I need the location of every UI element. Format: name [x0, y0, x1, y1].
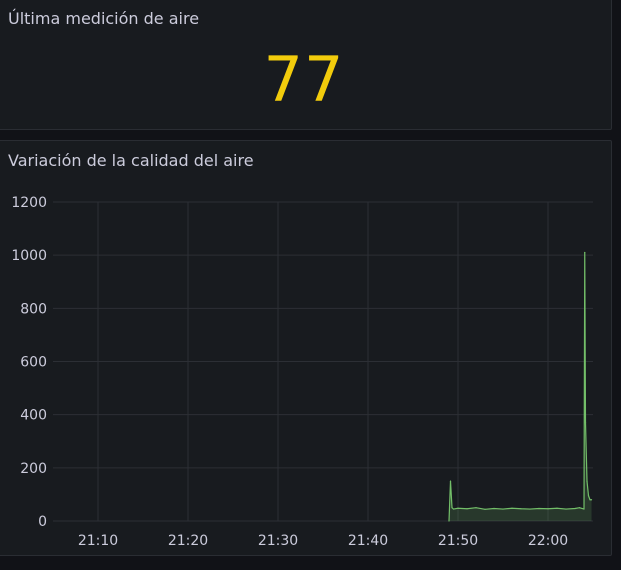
series-point [466, 508, 468, 510]
stat-value: 77 [263, 43, 345, 116]
series-point [574, 507, 576, 510]
x-tick-label: 21:10 [78, 533, 118, 549]
series-point [475, 507, 477, 509]
y-tick-label: 800 [20, 301, 47, 317]
x-tick-label: 21:20 [168, 533, 208, 549]
x-tick-label: 21:30 [258, 533, 298, 549]
series-area [449, 252, 592, 521]
series-point [589, 499, 591, 501]
series-point [538, 507, 540, 510]
stat-panel-title[interactable]: Última medición de aire [8, 9, 199, 28]
y-tick-label: 0 [38, 514, 47, 530]
series-point [578, 507, 581, 509]
series-point [590, 499, 593, 501]
timeseries-panel: Variación de la calidad del aire 0 200 400… [0, 140, 612, 556]
series-point [586, 480, 588, 482]
series-point [584, 422, 587, 424]
x-tick-label: 21:40 [348, 533, 388, 549]
x-tick-label: 21:50 [438, 533, 478, 549]
series-point [584, 251, 586, 254]
series-point [547, 508, 549, 510]
series-point [452, 508, 455, 510]
stat-panel: Última medición de aire 77 [0, 0, 612, 130]
series-point [451, 507, 453, 509]
series-point [457, 507, 459, 509]
series-point [484, 508, 486, 510]
y-tick-label: 600 [20, 355, 47, 371]
y-tick-label: 400 [20, 408, 47, 424]
series-point [449, 480, 452, 482]
series-point [520, 508, 522, 510]
y-tick-label: 1000 [11, 248, 47, 264]
series-point [529, 508, 531, 510]
series-point [448, 520, 450, 522]
y-tick-label: 200 [20, 461, 47, 477]
series-line[interactable] [448, 251, 592, 522]
x-tick-label: 22:00 [528, 533, 568, 549]
series-point [587, 495, 590, 497]
series-point [565, 508, 567, 510]
series-point [502, 508, 504, 510]
y-tick-label: 1200 [11, 195, 47, 211]
series-point [583, 508, 585, 510]
series-point [493, 507, 495, 510]
air-quality-chart[interactable]: 0 200 400 600 800 1000 1200 21:10 21:20 21:30 21:4… [0, 141, 613, 557]
series-point [556, 507, 558, 509]
series-point [511, 507, 513, 509]
